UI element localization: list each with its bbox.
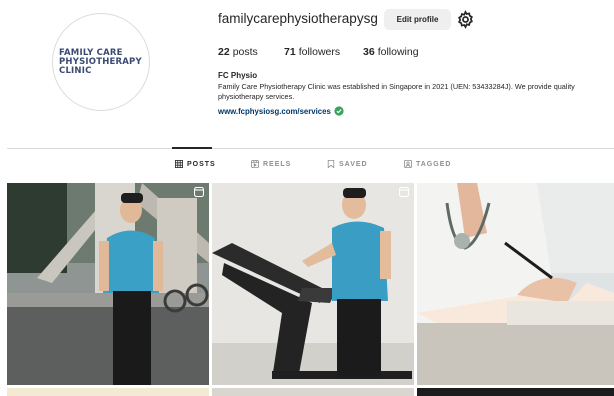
logo-line-3: CLINIC: [59, 65, 92, 76]
bio-name: FC Physio: [218, 71, 258, 80]
grid-icon: [175, 160, 183, 168]
following-count-value: 36: [363, 46, 375, 58]
tab-reels[interactable]: REELS: [251, 160, 291, 168]
profile-username: familycarephysiotherapysg: [218, 11, 378, 26]
posts-count: 22 posts: [218, 46, 258, 58]
post-3-image: [417, 183, 614, 385]
posts-count-label: posts: [232, 46, 258, 58]
post-thumbnail-4[interactable]: [7, 388, 209, 396]
tab-tagged-label: TAGGED: [416, 160, 452, 168]
bio-website-link[interactable]: www.fcphysiosg.com/services: [218, 106, 344, 116]
active-tab-indicator: [172, 147, 212, 149]
bio-text: Family Care Physiotherapy Clinic was est…: [218, 82, 575, 101]
tab-reels-label: REELS: [263, 160, 292, 168]
post-thumbnail-2[interactable]: [212, 183, 414, 385]
posts-count-value: 22: [218, 46, 230, 58]
bookmark-icon: [327, 160, 335, 168]
post-1-image: [7, 183, 209, 385]
tab-posts[interactable]: POSTS: [175, 160, 216, 168]
tab-saved-label: SAVED: [339, 160, 368, 168]
followers-link[interactable]: 71 followers: [284, 46, 340, 58]
post-2-image: [212, 183, 414, 385]
following-count-label: following: [377, 46, 419, 58]
post-thumbnail-6[interactable]: [417, 388, 614, 396]
profile-avatar[interactable]: FAMILY CARE PHYSIOTHERAPY CLINIC: [52, 13, 150, 111]
tag-icon: [404, 160, 412, 168]
verified-check-icon: [334, 106, 344, 116]
following-link[interactable]: 36 following: [363, 46, 419, 58]
tab-tagged[interactable]: TAGGED: [404, 160, 451, 168]
reel-icon: [194, 187, 204, 197]
tab-posts-label: POSTS: [187, 160, 216, 168]
tabs-divider: [7, 148, 614, 149]
tab-saved[interactable]: SAVED: [327, 160, 368, 168]
followers-count-label: followers: [298, 46, 341, 58]
gear-icon[interactable]: [456, 10, 475, 29]
post-thumbnail-1[interactable]: [7, 183, 209, 385]
reels-icon: [251, 160, 259, 168]
bio-link-text: www.fcphysiosg.com/services: [218, 106, 331, 116]
post-thumbnail-3[interactable]: [417, 183, 614, 385]
reel-icon: [399, 187, 409, 197]
edit-profile-button[interactable]: Edit profile: [384, 9, 451, 30]
post-thumbnail-5[interactable]: [212, 388, 414, 396]
followers-count-value: 71: [284, 46, 296, 58]
